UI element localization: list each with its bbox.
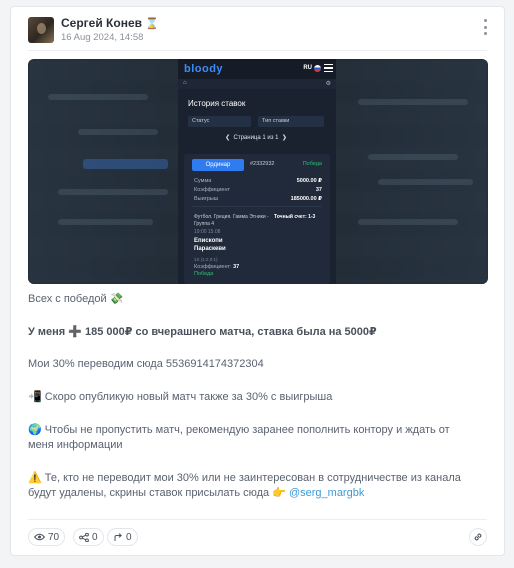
bet-type-badge: Ординар (192, 159, 244, 171)
payout-label: Выигрыш (194, 196, 219, 202)
post-card: Сергей Конев ⌛ 16 Aug 2024, 14:58 bloody … (10, 6, 505, 556)
blur-shape (358, 219, 458, 225)
coef-line-label: Коэффициент: (194, 264, 232, 270)
shares-counter[interactable]: 0 (73, 528, 104, 546)
language-label: RU (303, 65, 312, 71)
bet-history-title: История ставок (188, 99, 246, 108)
amount-label: Сумма (194, 178, 212, 184)
bet-card: Ординар #2332932 Победа Сумма 5000.00 ₽ … (184, 154, 330, 284)
flag-icon (314, 65, 321, 72)
share-icon (79, 532, 89, 542)
views-counter[interactable]: 70 (28, 528, 66, 546)
author-name-text: Сергей Конев (61, 16, 143, 30)
divider (28, 50, 487, 51)
views-count: 70 (48, 531, 60, 543)
blur-shape (78, 129, 158, 135)
home-icon: ⌂ (183, 80, 187, 86)
market-label: Точный счет: 1-3 (274, 214, 316, 220)
link-icon (474, 533, 482, 541)
author-name[interactable]: Сергей Конев ⌛ (61, 16, 159, 30)
forwards-counter[interactable]: 0 (107, 528, 138, 546)
shares-count: 0 (92, 531, 98, 543)
bet-result: Победа (302, 161, 322, 167)
pager: ❮ Страница 1 из 1 ❯ (206, 134, 306, 141)
coef-line: Коэффициент: 37 (194, 264, 239, 270)
settings-icon: ⚙ (325, 81, 331, 87)
amount-value: 5000.00 ₽ (296, 178, 322, 184)
blur-shape (48, 94, 148, 100)
post-line-6-text: ⚠️ Те, кто не переводит мои 30% или не з… (28, 472, 461, 499)
coef-label: Коэффициент (194, 187, 231, 193)
attached-image[interactable]: bloody RU ⌂ ⚙ История ставок Статус Тип … (28, 59, 488, 284)
forward-icon (114, 532, 122, 541)
post-line-6: ⚠️ Те, кто не переводит мои 30% или не з… (28, 471, 483, 501)
mention-link[interactable]: @serg_margbk (289, 487, 364, 499)
chevron-left-icon: ❮ (225, 135, 231, 141)
won-label: Победа (194, 271, 214, 277)
blur-shape (358, 99, 468, 105)
blur-shape (58, 219, 153, 225)
chevron-right-icon: ❯ (281, 135, 287, 141)
blur-shape (83, 159, 168, 169)
post-line-5: 🌍 Чтобы не пропустить матч, рекомендую з… (28, 424, 450, 451)
status-filter: Статус (188, 116, 251, 127)
phone-subbar: ⌂ ⚙ (178, 79, 336, 89)
post-line-4: 📲 Скоро опубликую новый матч также за 30… (28, 391, 333, 403)
coef-value: 37 (315, 187, 322, 193)
bet-id: #2332932 (250, 161, 275, 167)
pager-label: Страница 1 из 1 (233, 135, 279, 141)
post-line-1: Всех с победой 💸 (28, 293, 124, 305)
site-logo: bloody (184, 63, 224, 75)
phone-header: bloody RU (178, 59, 336, 79)
blur-shape (368, 154, 458, 160)
team-2: Параскеви (194, 246, 226, 252)
divider (192, 206, 322, 207)
bet-meta: 1X (1:2,0:1) (194, 257, 218, 262)
post-date: 16 Aug 2024, 14:58 (61, 32, 144, 43)
more-options-icon[interactable] (480, 19, 490, 35)
post-line-3: Мои 30% переводим сюда 5536914174372304 (28, 358, 264, 370)
bet-type-filter: Тип ставки (258, 116, 324, 127)
eye-icon (34, 533, 45, 541)
hourglass-icon: ⌛ (145, 18, 159, 30)
divider (28, 519, 487, 520)
blur-shape (378, 179, 473, 185)
coef-line-value: 37 (233, 264, 240, 270)
team-1: Епископи (194, 238, 223, 244)
teams: Епископи Параскеви (194, 237, 226, 253)
payout-value: 185000.00 ₽ (290, 196, 322, 202)
event-time: 19:00 15.08 (194, 229, 221, 235)
menu-icon (324, 64, 333, 72)
avatar[interactable] (28, 17, 54, 43)
forwards-count: 0 (126, 531, 132, 543)
blur-shape (58, 189, 168, 195)
phone-screenshot: bloody RU ⌂ ⚙ История ставок Статус Тип … (178, 59, 336, 284)
post-line-2: У меня ➕ 185 000₽ со вчерашнего матча, с… (28, 326, 377, 338)
copy-link-button[interactable] (469, 528, 487, 546)
event-name: Футбол. Греция. Гамма Этники - Группа 4 (194, 214, 269, 227)
